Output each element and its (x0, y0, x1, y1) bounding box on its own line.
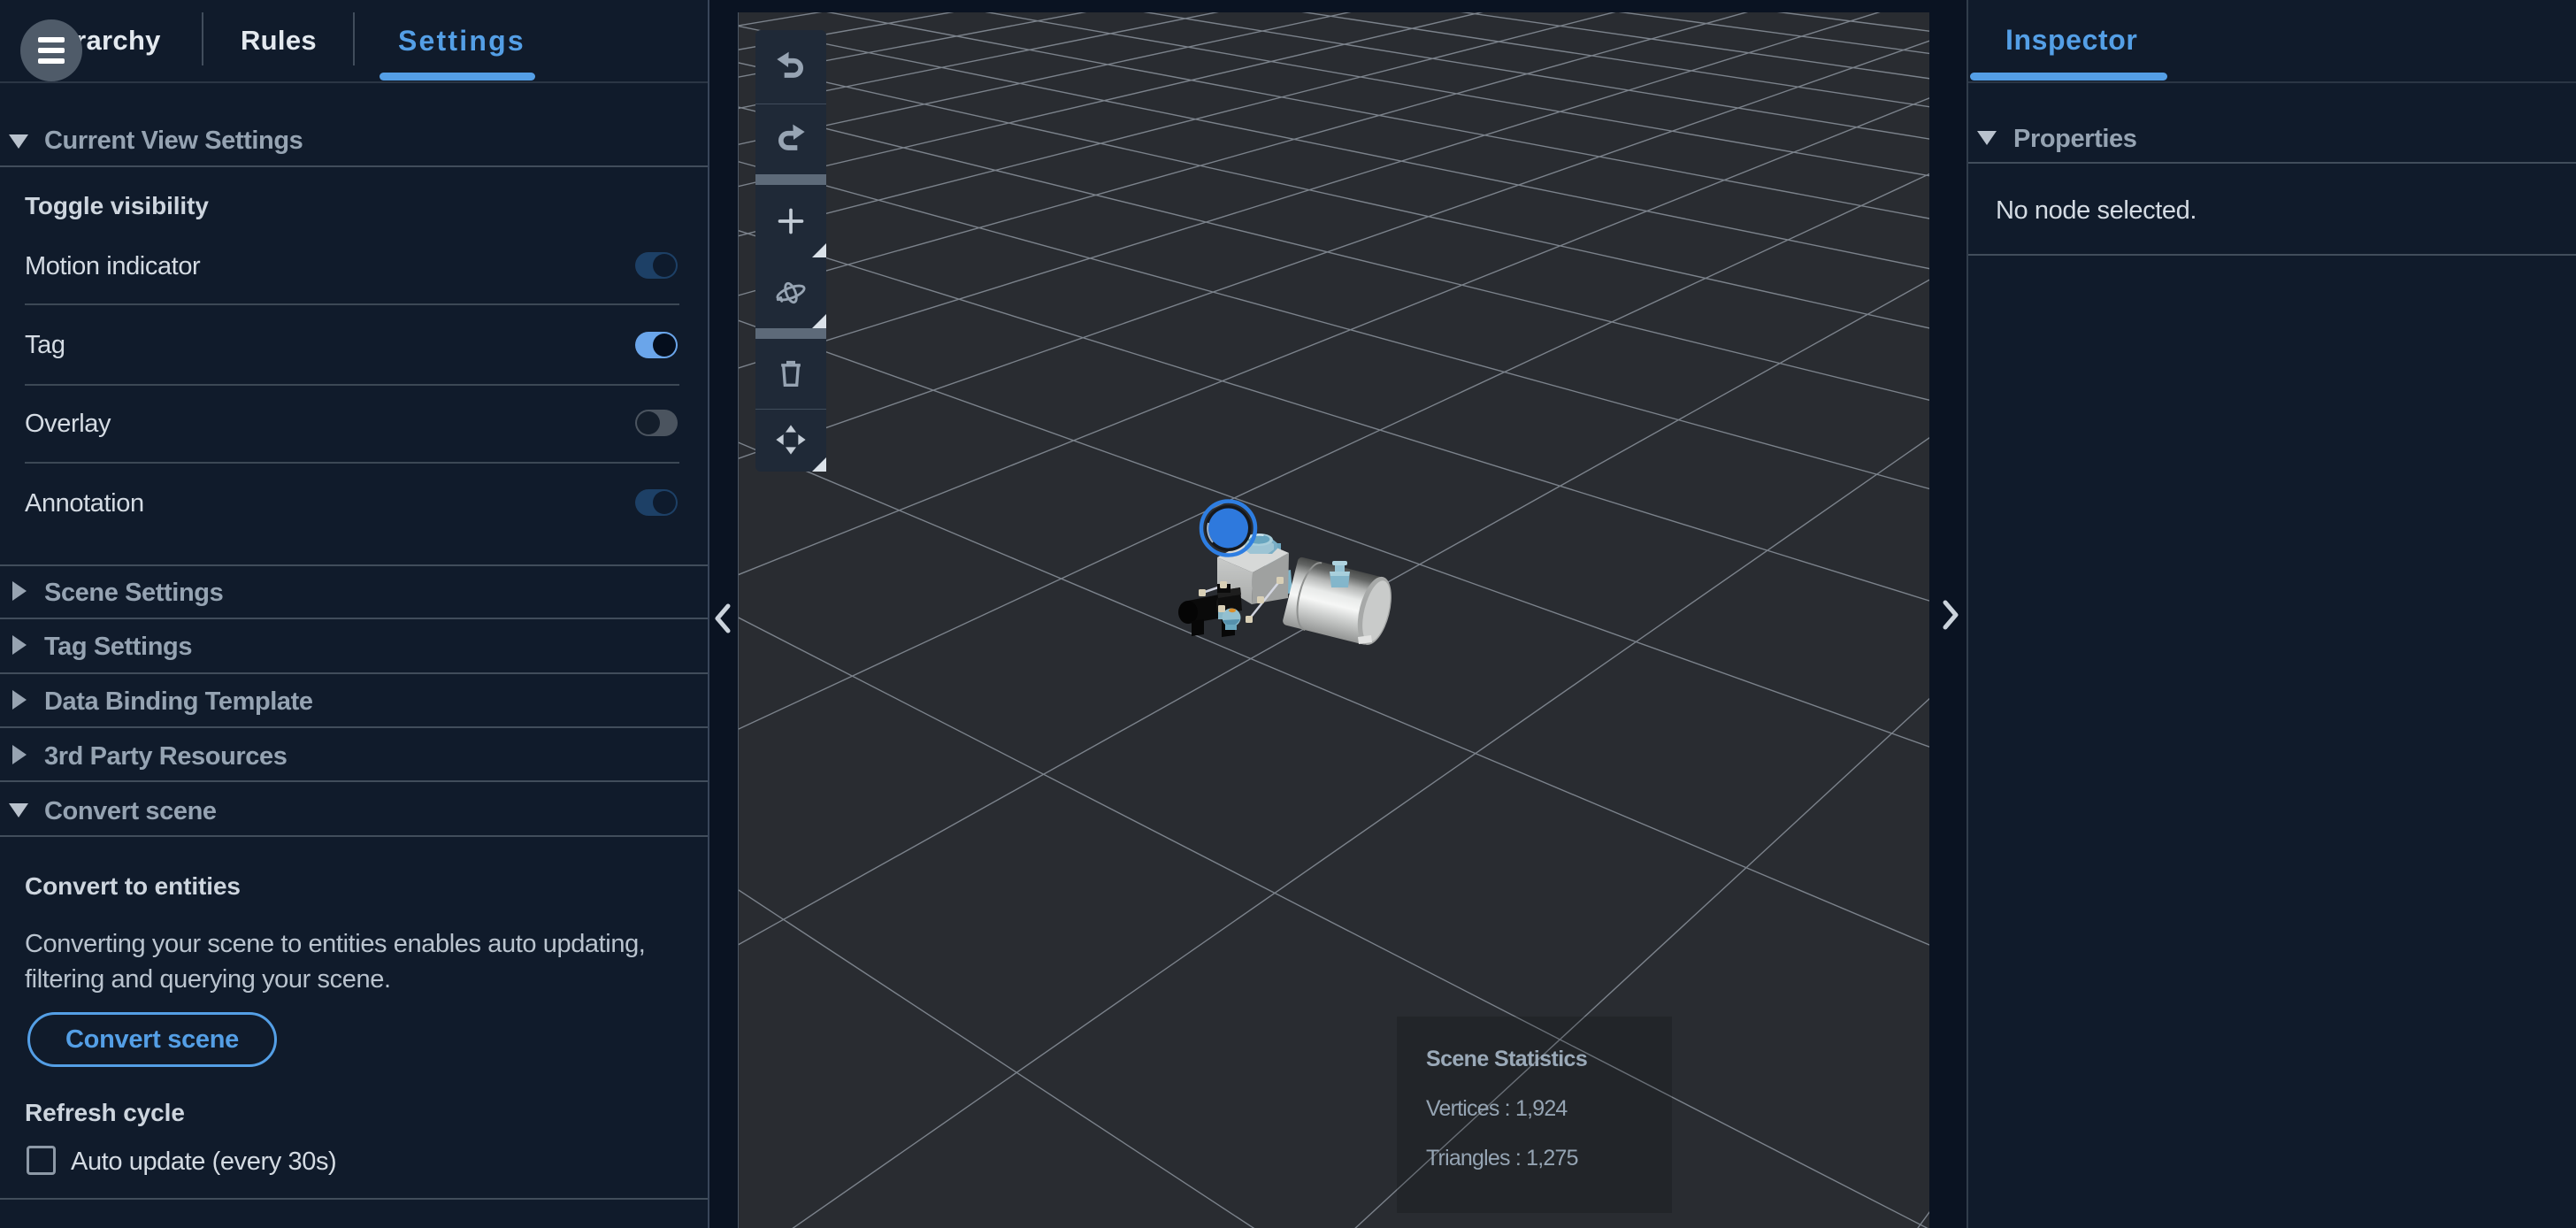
svg-text:Scene Statistics: Scene Statistics (1426, 1047, 1587, 1071)
svg-text:Triangles : 1,275: Triangles : 1,275 (1426, 1146, 1578, 1170)
svg-text:Vertices : 1,924: Vertices : 1,924 (1426, 1096, 1568, 1121)
